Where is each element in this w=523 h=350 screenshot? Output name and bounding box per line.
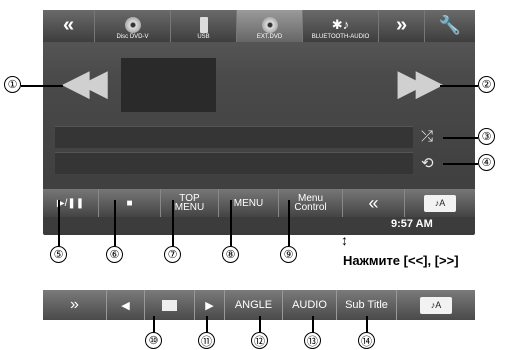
- bluetooth-icon: ✱♪: [331, 17, 350, 32]
- folder-icon: [162, 299, 177, 311]
- back-button[interactable]: «: [343, 189, 405, 217]
- disc-icon: [124, 17, 141, 33]
- repeat-icon[interactable]: ⟲: [421, 154, 434, 172]
- callout-10: ⑩: [145, 332, 162, 349]
- callout-2: ②: [478, 76, 495, 93]
- callout-line: [21, 85, 63, 87]
- callout-line: [443, 137, 478, 139]
- callout-line: [443, 163, 478, 165]
- setup-button[interactable]: 🔧: [425, 10, 475, 42]
- callout-6: ⑥: [106, 246, 123, 263]
- wrench-icon: 🔧: [438, 15, 462, 35]
- callout-line: [312, 316, 314, 332]
- info-row: [55, 152, 413, 174]
- top-menu-button[interactable]: TOP MENU: [161, 189, 219, 217]
- usb-icon: [199, 17, 208, 33]
- clock: 9:57 AM: [391, 218, 433, 230]
- callout-4: ④: [478, 154, 495, 171]
- callout-11: ⑪: [198, 332, 215, 349]
- play-pause-button[interactable]: ▶/❚❚: [43, 189, 99, 217]
- callout-line: [114, 200, 116, 246]
- callout-13: ⑬: [304, 332, 321, 349]
- callout-7: ⑦: [164, 246, 181, 263]
- callout-line: [58, 200, 60, 246]
- source-bar: « Disc DVD-V USB EXT.DVD ✱♪ BLUETOOTH-AU…: [43, 10, 475, 42]
- source-prev-button[interactable]: «: [43, 10, 95, 42]
- audio-button[interactable]: AUDIO: [283, 290, 337, 320]
- callout-line: [206, 316, 208, 332]
- next-chapter-button[interactable]: ▶▶: [398, 66, 442, 100]
- up-down-arrow-icon: ↕: [341, 232, 348, 248]
- source-label: USB: [197, 34, 210, 40]
- forward-button[interactable]: »: [43, 290, 107, 320]
- source-label: EXT.DVD: [256, 34, 283, 40]
- callout-line: [259, 316, 261, 332]
- callout-1: ①: [4, 76, 21, 93]
- callout-9: ⑨: [280, 246, 297, 263]
- callout-8: ⑧: [222, 246, 239, 263]
- source-ext-dvd-button[interactable]: EXT.DVD: [237, 10, 303, 42]
- callout-5: ⑤: [50, 246, 67, 263]
- angle-button[interactable]: ANGLE: [225, 290, 283, 320]
- previous-chapter-button[interactable]: ◀◀: [63, 66, 107, 100]
- callout-14: ⑭: [358, 332, 375, 349]
- callout-12: ⑫: [251, 332, 268, 349]
- disc-icon: [261, 17, 278, 33]
- source-label: Disc DVD-V: [116, 34, 149, 40]
- source-display-button-2[interactable]: ♪A: [397, 290, 475, 320]
- next-chapter-small-button[interactable]: ▶: [195, 290, 225, 320]
- source-display-button[interactable]: ♪A: [405, 189, 475, 217]
- source-next-button[interactable]: »: [379, 10, 425, 42]
- callout-line: [366, 316, 368, 332]
- control-bar: ▶/❚❚ ■ TOP MENU MENU Menu Control « ♪A: [43, 189, 475, 217]
- source-usb-button[interactable]: USB: [171, 10, 237, 42]
- video-thumbnail: [121, 58, 216, 112]
- source-disc-dvd-button[interactable]: Disc DVD-V: [95, 10, 171, 42]
- audio-source-icon: ♪A: [424, 194, 456, 212]
- callout-line: [153, 316, 155, 332]
- info-row: [55, 126, 413, 148]
- audio-source-icon: ♪A: [420, 296, 452, 314]
- player-screen: « Disc DVD-V USB EXT.DVD ✱♪ BLUETOOTH-AU…: [43, 10, 475, 235]
- menu-button[interactable]: MENU: [219, 189, 279, 217]
- callout-3: ③: [478, 128, 495, 145]
- prev-chapter-button[interactable]: ◀: [107, 290, 145, 320]
- callout-line: [230, 200, 232, 246]
- callout-line: [440, 85, 478, 87]
- callout-line: [288, 200, 290, 246]
- stop-button[interactable]: ■: [99, 189, 161, 217]
- shuffle-icon[interactable]: ⤮: [421, 128, 433, 145]
- press-instruction: Нажмите [<<], [>>]: [343, 253, 459, 268]
- callout-line: [172, 200, 174, 246]
- source-bluetooth-audio-button[interactable]: ✱♪ BLUETOOTH-AUDIO: [303, 10, 379, 42]
- source-label: BLUETOOTH-AUDIO: [311, 34, 370, 40]
